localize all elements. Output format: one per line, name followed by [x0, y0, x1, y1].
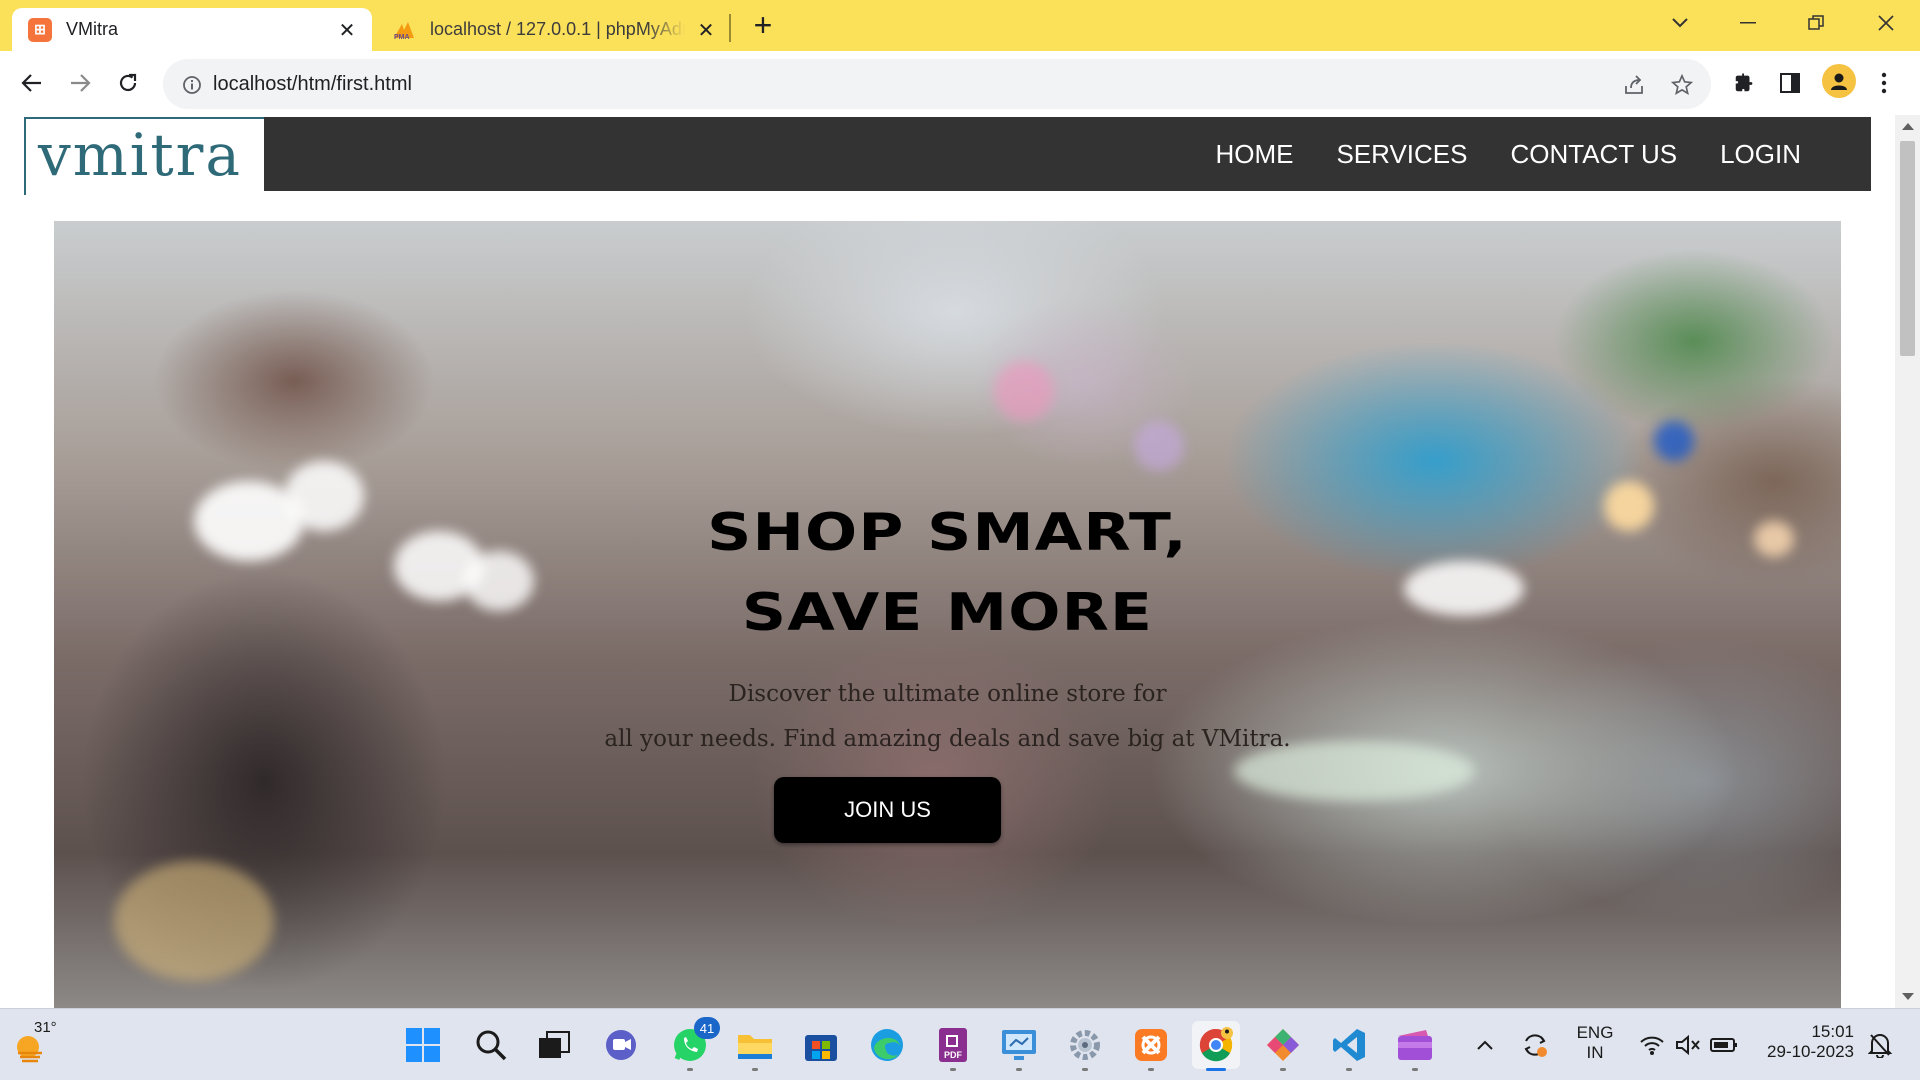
- browser-toolbar: localhost/htm/first.html: [0, 51, 1920, 115]
- windows-taskbar: 31° 41 PDF ENG IN 15:01 29-10-2023: [0, 1008, 1920, 1080]
- clock-time: 15:01: [1811, 1022, 1854, 1041]
- close-tab-icon[interactable]: ✕: [695, 19, 717, 42]
- nav-login[interactable]: LOGIN: [1720, 139, 1801, 170]
- running-indicator: [1412, 1068, 1418, 1071]
- edge-browser-icon[interactable]: [863, 1021, 911, 1069]
- running-indicator: [752, 1068, 758, 1071]
- nav-links: HOME SERVICES CONTACT US LOGIN: [1215, 139, 1801, 170]
- reload-button[interactable]: [110, 65, 146, 101]
- browser-menu-icon[interactable]: [1866, 65, 1902, 101]
- running-indicator: [950, 1068, 956, 1071]
- scroll-down-arrow-icon[interactable]: [1902, 993, 1914, 1000]
- search-icon[interactable]: [467, 1021, 515, 1069]
- tab-title: localhost / 127.0.0.1 | phpMyAdmin: [430, 19, 685, 39]
- share-icon[interactable]: [1621, 72, 1647, 98]
- whatsapp-icon[interactable]: 41: [666, 1017, 720, 1071]
- clock[interactable]: 15:01 29-10-2023: [1760, 1022, 1854, 1062]
- running-indicator: [1346, 1068, 1352, 1071]
- running-indicator: [1148, 1068, 1154, 1071]
- clock-date: 29-10-2023: [1767, 1042, 1854, 1061]
- vscode-icon[interactable]: [1325, 1021, 1373, 1071]
- file-explorer-icon[interactable]: [731, 1021, 779, 1071]
- tab-strip: ⊞ VMitra ✕ PMA localhost / 127.0.0.1 | p…: [0, 0, 1920, 51]
- restore-button[interactable]: [1796, 8, 1836, 38]
- phpmyadmin-favicon-icon: PMA: [392, 18, 416, 42]
- xampp-favicon-icon: ⊞: [28, 17, 52, 42]
- microsoft-store-icon[interactable]: [797, 1021, 845, 1069]
- forward-button[interactable]: [62, 65, 98, 101]
- svg-text:PDF: PDF: [944, 1050, 963, 1060]
- logo-text: vmitra: [38, 121, 242, 189]
- volume-muted-icon[interactable]: [1670, 1021, 1706, 1069]
- hero-headline-line1: SHOP SMART,: [707, 503, 1188, 563]
- hero-headline-line2: SAVE MORE: [741, 583, 1154, 643]
- url-text[interactable]: localhost/htm/first.html: [213, 73, 412, 96]
- screen-capture-icon[interactable]: [995, 1021, 1043, 1071]
- site-logo[interactable]: vmitra: [24, 117, 264, 195]
- bookmark-star-icon[interactable]: [1669, 72, 1695, 98]
- hero-content: SHOP SMART, SAVE MORE Discover the ultim…: [54, 221, 1841, 1008]
- weather-temp: 31°: [34, 1019, 57, 1036]
- running-indicator: [687, 1068, 693, 1071]
- notifications-bell-icon[interactable]: [1862, 1021, 1898, 1069]
- xampp-icon[interactable]: [1127, 1021, 1175, 1071]
- hero-banner: SHOP SMART, SAVE MORE Discover the ultim…: [54, 221, 1841, 1008]
- scroll-up-arrow-icon[interactable]: [1902, 123, 1914, 130]
- whatsapp-badge: 41: [694, 1017, 720, 1039]
- nav-home[interactable]: HOME: [1215, 139, 1293, 170]
- language-code: ENG: [1576, 1023, 1614, 1042]
- close-tab-icon[interactable]: ✕: [336, 19, 358, 42]
- running-indicator: [1082, 1068, 1088, 1071]
- close-window-button[interactable]: [1866, 8, 1906, 38]
- tab-search-chevron-icon[interactable]: [1660, 8, 1700, 38]
- nav-services[interactable]: SERVICES: [1336, 139, 1467, 170]
- side-panel-icon[interactable]: [1772, 65, 1808, 101]
- show-hidden-icons-chevron-icon[interactable]: [1467, 1021, 1503, 1069]
- tab-phpmyadmin[interactable]: PMA localhost / 127.0.0.1 | phpMyAdmin ✕: [376, 8, 731, 51]
- teams-chat-icon[interactable]: [597, 1021, 645, 1069]
- pdf-editor-icon[interactable]: PDF: [929, 1021, 977, 1071]
- chrome-icon[interactable]: [1192, 1021, 1240, 1071]
- battery-icon[interactable]: [1706, 1021, 1742, 1069]
- wifi-icon[interactable]: [1634, 1021, 1670, 1069]
- task-view-icon[interactable]: [530, 1021, 578, 1069]
- media-player-icon[interactable]: [1391, 1021, 1439, 1071]
- extensions-puzzle-icon[interactable]: [1726, 65, 1762, 101]
- tab-separator: [729, 14, 731, 42]
- tab-vmitra[interactable]: ⊞ VMitra ✕: [12, 8, 372, 51]
- running-indicator: [1016, 1068, 1022, 1071]
- nav-contact-us[interactable]: CONTACT US: [1510, 139, 1677, 170]
- address-bar[interactable]: localhost/htm/first.html: [163, 59, 1711, 109]
- svg-text:PMA: PMA: [394, 34, 410, 40]
- sync-status-icon[interactable]: [1515, 1021, 1555, 1069]
- language-indicator[interactable]: ENG IN: [1570, 1023, 1620, 1063]
- scroll-thumb[interactable]: [1900, 141, 1915, 356]
- join-us-button[interactable]: JOIN US: [774, 777, 1001, 843]
- back-button[interactable]: [14, 65, 50, 101]
- new-tab-button[interactable]: +: [748, 9, 778, 41]
- region-code: IN: [1586, 1043, 1604, 1062]
- git-tool-icon[interactable]: [1259, 1021, 1307, 1071]
- weather-widget[interactable]: 31°: [8, 1019, 57, 1069]
- site-info-icon[interactable]: [179, 72, 205, 98]
- page-scrollbar[interactable]: [1895, 115, 1920, 1008]
- hero-tagline-line1: Discover the ultimate online store for: [728, 681, 1167, 707]
- active-indicator: [1206, 1068, 1226, 1071]
- start-button[interactable]: [399, 1021, 447, 1069]
- tab-title: VMitra: [66, 19, 119, 39]
- running-indicator: [1280, 1068, 1286, 1071]
- profile-avatar[interactable]: [1822, 64, 1856, 98]
- minimize-button[interactable]: [1728, 8, 1768, 38]
- settings-gear-icon[interactable]: [1061, 1021, 1109, 1071]
- site-navbar: HOME SERVICES CONTACT US LOGIN: [24, 117, 1871, 191]
- page-viewport: HOME SERVICES CONTACT US LOGIN vmitra SH…: [0, 115, 1920, 1008]
- hero-tagline-line2: all your needs. Find amazing deals and s…: [604, 726, 1291, 752]
